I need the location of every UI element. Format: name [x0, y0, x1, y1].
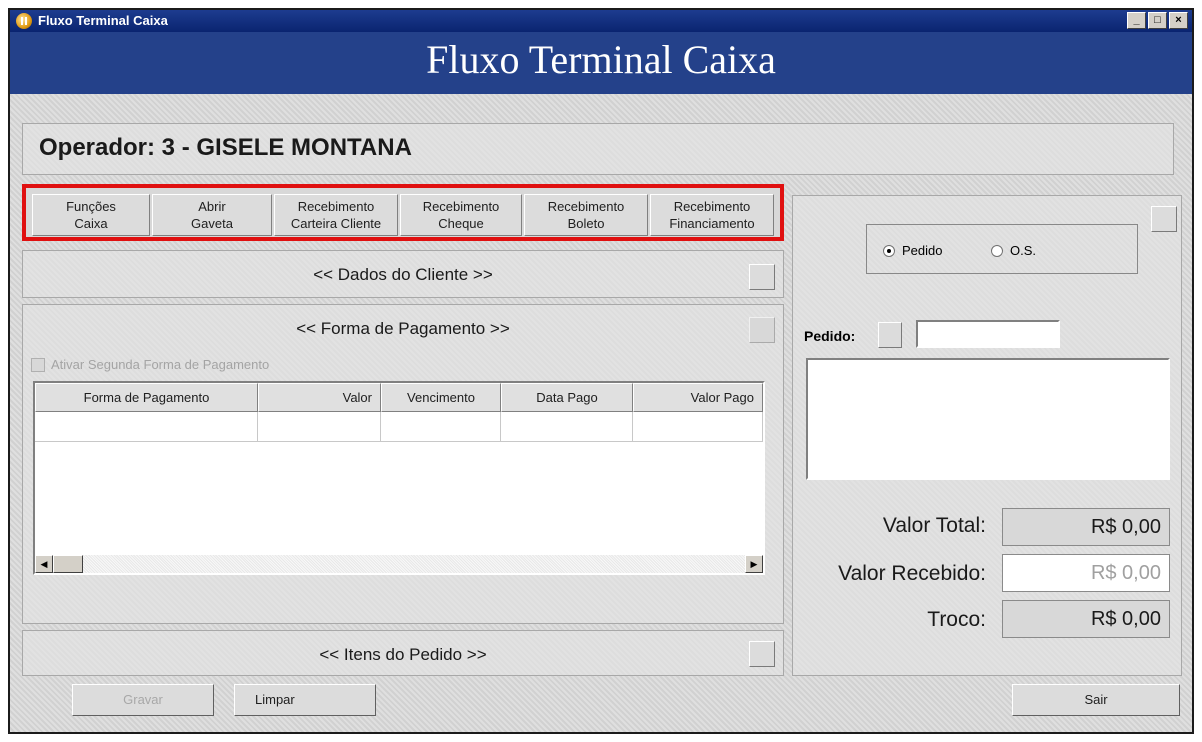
table-cell[interactable] — [633, 412, 763, 442]
column-valor[interactable]: Valor — [258, 383, 381, 412]
pedido-input[interactable] — [916, 320, 1060, 348]
segunda-forma-label: Ativar Segunda Forma de Pagamento — [51, 357, 270, 372]
radio-selected-icon[interactable] — [883, 244, 895, 257]
forma-pagamento-title: << Forma de Pagamento >> — [296, 319, 510, 338]
title-bar: Fluxo Terminal Caixa _ □ × — [10, 10, 1192, 32]
segunda-forma-checkbox[interactable]: Ativar Segunda Forma de Pagamento — [31, 357, 269, 372]
valor-recebido-label: Valor Recebido: — [838, 562, 986, 585]
recebimento-boleto-button[interactable]: Recebimento Boleto — [524, 194, 648, 236]
radio-unselected-icon[interactable] — [991, 244, 1003, 257]
troco-value: R$ 0,00 — [1002, 600, 1170, 638]
limpar-button[interactable]: Limpar — [234, 684, 376, 716]
close-button[interactable]: × — [1169, 12, 1188, 29]
radio-os[interactable]: O.S. — [991, 243, 1036, 258]
gravar-button[interactable]: Gravar — [72, 684, 214, 716]
itens-pedido-toggle-button[interactable] — [749, 641, 775, 667]
window-controls: _ □ × — [1127, 12, 1188, 29]
operator-label: Operador: 3 - GISELE MONTANA — [39, 134, 412, 161]
table-cell[interactable] — [258, 412, 381, 442]
valor-total-value: R$ 0,00 — [1002, 508, 1170, 546]
maximize-button[interactable]: □ — [1148, 12, 1167, 29]
pedido-details-box[interactable] — [806, 358, 1170, 480]
payment-grid: Forma de Pagamento Valor Vencimento Data… — [33, 381, 765, 575]
scroll-thumb[interactable] — [53, 555, 83, 573]
dados-cliente-title: << Dados do Cliente >> — [313, 265, 493, 284]
operator-panel: Operador: 3 - GISELE MONTANA — [22, 123, 1174, 175]
column-forma-pagamento[interactable]: Forma de Pagamento — [35, 383, 258, 412]
right-panel-toggle-button[interactable] — [1151, 206, 1177, 232]
app-window: Fluxo Terminal Caixa _ □ × Fluxo Termina… — [8, 8, 1194, 734]
toolbar: Funções Caixa Abrir Gaveta Recebimento C… — [22, 184, 784, 241]
sair-button[interactable]: Sair — [1012, 684, 1180, 716]
radio-pedido[interactable]: Pedido — [883, 243, 942, 258]
forma-pagamento-panel: << Forma de Pagamento >> Ativar Segunda … — [22, 304, 784, 624]
dados-cliente-panel: << Dados do Cliente >> — [22, 250, 784, 298]
scroll-right-icon[interactable]: ▶ — [745, 555, 763, 573]
valor-recebido-input[interactable]: R$ 0,00 — [1002, 554, 1170, 592]
itens-pedido-title: << Itens do Pedido >> — [319, 645, 487, 664]
window-title: Fluxo Terminal Caixa — [38, 13, 168, 28]
table-cell[interactable] — [381, 412, 501, 442]
dados-cliente-toggle-button[interactable] — [749, 264, 775, 290]
order-type-group: Pedido O.S. — [866, 224, 1138, 274]
troco-label: Troco: — [927, 608, 986, 631]
checkbox-box[interactable] — [31, 357, 45, 372]
recebimento-cheque-button[interactable]: Recebimento Cheque — [400, 194, 522, 236]
recebimento-carteira-cliente-button[interactable]: Recebimento Carteira Cliente — [274, 194, 398, 236]
grid-header: Forma de Pagamento Valor Vencimento Data… — [35, 383, 763, 412]
app-icon — [16, 13, 32, 29]
column-vencimento[interactable]: Vencimento — [381, 383, 501, 412]
abrir-gaveta-button[interactable]: Abrir Gaveta — [152, 194, 272, 236]
itens-pedido-panel: << Itens do Pedido >> — [22, 630, 784, 676]
horizontal-scrollbar[interactable]: ◀ ▶ — [35, 555, 763, 573]
app-banner: Fluxo Terminal Caixa — [10, 32, 1192, 94]
pedido-search-button[interactable] — [878, 322, 902, 348]
radio-pedido-label: Pedido — [902, 243, 943, 258]
radio-os-label: O.S. — [1010, 243, 1037, 258]
table-row[interactable] — [35, 412, 763, 442]
table-cell[interactable] — [35, 412, 258, 442]
valor-total-label: Valor Total: — [882, 514, 986, 537]
pedido-label: Pedido: — [804, 328, 856, 344]
funcoes-caixa-button[interactable]: Funções Caixa — [32, 194, 150, 236]
column-data-pago[interactable]: Data Pago — [501, 383, 633, 412]
scroll-left-icon[interactable]: ◀ — [35, 555, 53, 573]
table-cell[interactable] — [501, 412, 633, 442]
column-valor-pago[interactable]: Valor Pago — [633, 383, 763, 412]
forma-pagamento-toggle-button[interactable] — [749, 317, 775, 343]
minimize-button[interactable]: _ — [1127, 12, 1146, 29]
recebimento-financiamento-button[interactable]: Recebimento Financiamento — [650, 194, 774, 236]
